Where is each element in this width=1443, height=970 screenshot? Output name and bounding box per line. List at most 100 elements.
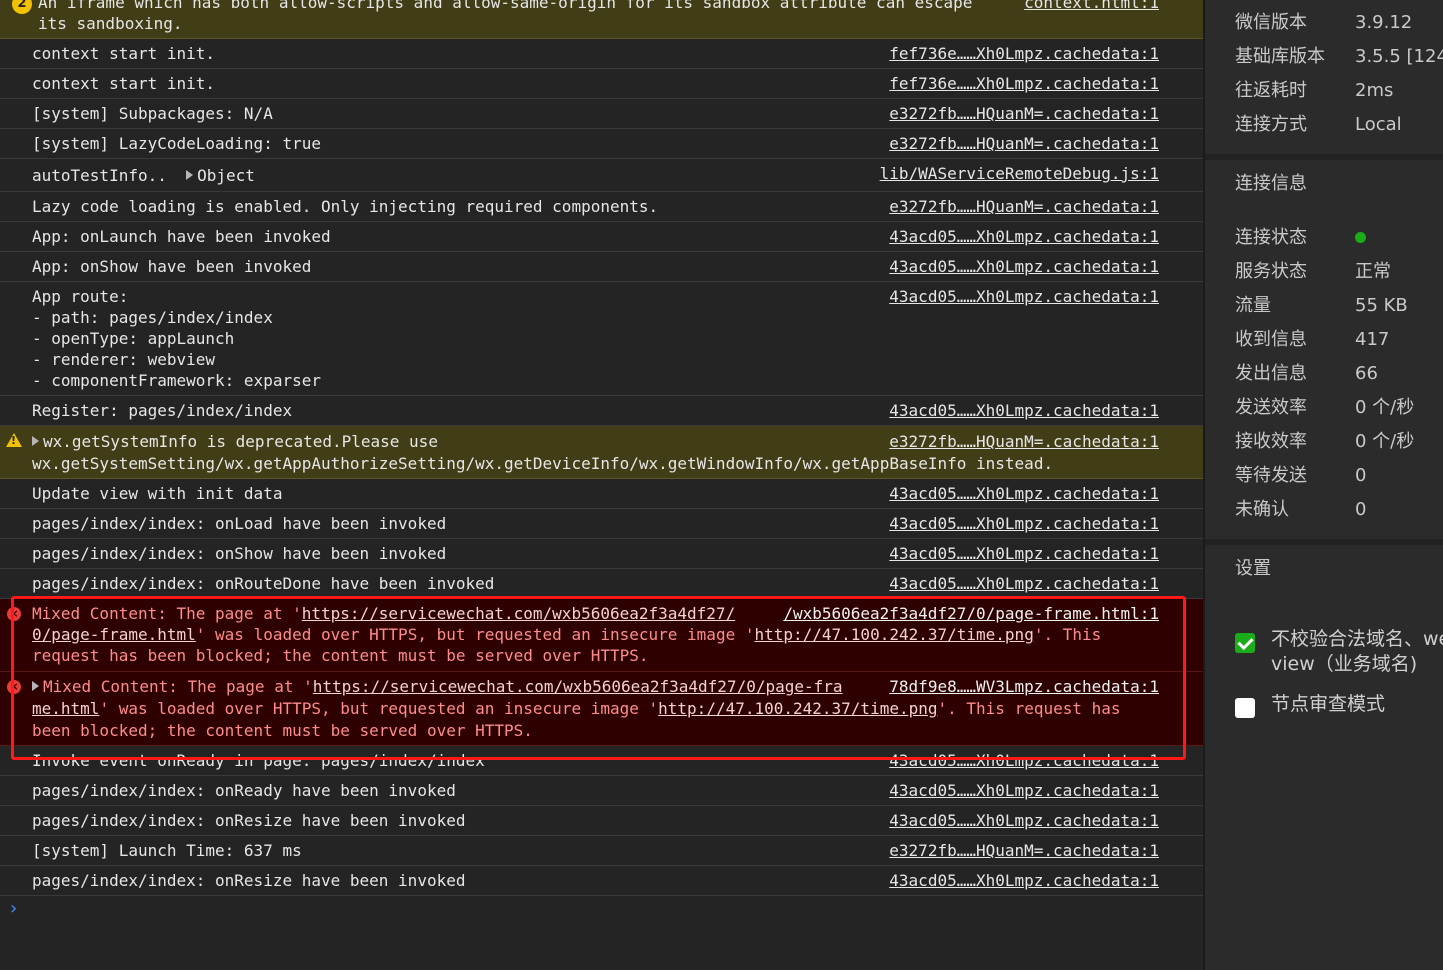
log-text: autoTestInfo.. Object: [32, 165, 255, 186]
page-url-link-cont[interactable]: me.html: [32, 699, 99, 718]
error-line1: Mixed Content: The page at 'https://serv…: [32, 603, 735, 624]
log-row: pages/index/index: onReady have been inv…: [0, 776, 1203, 806]
console-prompt[interactable]: ›: [8, 898, 19, 919]
error-line3: been blocked; the content must be served…: [32, 721, 533, 740]
info-key: 未确认: [1235, 499, 1289, 520]
expand-triangle-icon[interactable]: [186, 170, 194, 180]
status-dot-icon: [1355, 226, 1366, 250]
log-text: pages/index/index: onResize have been in…: [32, 871, 466, 890]
log-row: pages/index/index: onResize have been in…: [0, 806, 1203, 836]
error-text: '. This request has: [937, 699, 1121, 718]
info-row-connect-mode: 连接方式 Local: [1235, 113, 1402, 137]
log-text: pages/index/index: onRouteDone have been…: [32, 574, 495, 593]
log-row: pages/index/index: onShow have been invo…: [0, 539, 1203, 569]
node-inspect-label[interactable]: 节点审查模式: [1271, 692, 1385, 717]
log-row: Update view with init data 43acd05……Xh0L…: [0, 479, 1203, 509]
source-link[interactable]: 43acd05……Xh0Lmpz.cachedata:1: [889, 780, 1159, 801]
log-text: context start init.: [32, 44, 216, 63]
info-key: 连接状态: [1235, 227, 1307, 248]
source-link[interactable]: 78df9e8……WV3Lmpz.cachedata:1: [889, 676, 1159, 697]
warning-message-line2: wx.getSystemSetting/wx.getAppAuthorizeSe…: [32, 454, 1054, 473]
log-row: pages/index/index: onRouteDone have been…: [0, 569, 1203, 599]
warning-line: wx.getSystemInfo is deprecated.Please us…: [43, 432, 438, 451]
info-key: 收到信息: [1235, 329, 1307, 350]
source-link[interactable]: 43acd05……Xh0Lmpz.cachedata:1: [889, 400, 1159, 421]
source-link[interactable]: 43acd05……Xh0Lmpz.cachedata:1: [889, 513, 1159, 534]
info-value: 3.9.12: [1355, 12, 1413, 33]
source-link[interactable]: fef736e……Xh0Lmpz.cachedata:1: [889, 43, 1159, 64]
source-link[interactable]: 43acd05……Xh0Lmpz.cachedata:1: [889, 750, 1159, 771]
info-value: 2ms: [1355, 80, 1394, 101]
expand-triangle-icon[interactable]: [32, 681, 39, 691]
conn-row-pending: 等待发送 0: [1235, 464, 1366, 488]
info-key: 往返耗时: [1235, 80, 1307, 101]
source-link[interactable]: e3272fb……HQuanM=.cachedata:1: [889, 103, 1159, 124]
info-key: 基础库版本: [1235, 46, 1325, 67]
error-line3: request has been blocked; the content mu…: [32, 646, 649, 665]
log-row: Invoke event onReady in page: pages/inde…: [0, 746, 1203, 776]
expand-triangle-icon[interactable]: [32, 436, 39, 446]
node-inspect-checkbox[interactable]: [1235, 698, 1255, 718]
source-link[interactable]: 43acd05……Xh0Lmpz.cachedata:1: [889, 810, 1159, 831]
error-text: Mixed Content: The page at ': [32, 604, 302, 623]
image-url-link[interactable]: http://47.100.242.37/time.png: [658, 699, 937, 718]
object-toggle[interactable]: Object: [197, 166, 255, 185]
source-link[interactable]: context.html:1: [1024, 0, 1159, 13]
source-link[interactable]: 43acd05……Xh0Lmpz.cachedata:1: [889, 256, 1159, 277]
source-link[interactable]: 43acd05……Xh0Lmpz.cachedata:1: [889, 870, 1159, 891]
log-row: Lazy code loading is enabled. Only injec…: [0, 192, 1203, 222]
warning-message: An iframe which has both allow-scripts a…: [38, 0, 973, 33]
console-panel: 2 An iframe which has both allow-scripts…: [0, 0, 1203, 970]
source-link[interactable]: 43acd05……Xh0Lmpz.cachedata:1: [889, 286, 1159, 307]
log-text: pages/index/index: onShow have been invo…: [32, 544, 447, 563]
log-text: pages/index/index: onLoad have been invo…: [32, 514, 447, 533]
skip-domain-check-checkbox[interactable]: [1235, 633, 1255, 653]
source-link[interactable]: /wxb5606ea2f3a4df27/0/page-frame.html:1: [783, 603, 1159, 624]
log-text: [system] LazyCodeLoading: true: [32, 134, 321, 153]
info-value: 正常: [1355, 261, 1391, 282]
warning-message: wx.getSystemInfo is deprecated.Please us…: [32, 431, 438, 452]
log-text: Register: pages/index/index: [32, 401, 293, 420]
page-url-link-cont[interactable]: 0/page-frame.html: [32, 625, 196, 644]
warning-icon: [6, 433, 22, 447]
log-row: autoTestInfo.. Object lib/WAServiceRemot…: [0, 159, 1203, 192]
image-url-link[interactable]: http://47.100.242.37/time.png: [754, 625, 1033, 644]
info-value: 0: [1355, 465, 1367, 486]
source-link[interactable]: e3272fb……HQuanM=.cachedata:1: [889, 431, 1159, 452]
info-value: 55 KB: [1355, 295, 1408, 316]
source-link[interactable]: e3272fb……HQuanM=.cachedata:1: [889, 133, 1159, 154]
info-row-lib-version: 基础库版本 3.5.5 [1248]: [1235, 45, 1443, 69]
log-row: [system] LazyCodeLoading: true e3272fb………: [0, 129, 1203, 159]
info-value: 3.5.5 [1248]: [1355, 46, 1443, 67]
source-link[interactable]: fef736e……Xh0Lmpz.cachedata:1: [889, 73, 1159, 94]
info-key: 接收效率: [1235, 431, 1307, 452]
log-text: [system] Subpackages: N/A: [32, 104, 273, 123]
source-link[interactable]: 43acd05……Xh0Lmpz.cachedata:1: [889, 226, 1159, 247]
source-link[interactable]: 43acd05……Xh0Lmpz.cachedata:1: [889, 483, 1159, 504]
info-key: 连接方式: [1235, 114, 1307, 135]
error-line2: 0/page-frame.html' was loaded over HTTPS…: [32, 624, 1101, 645]
source-link[interactable]: 43acd05……Xh0Lmpz.cachedata:1: [889, 573, 1159, 594]
warning-count-badge: 2: [12, 0, 32, 14]
log-text: App route: - path: pages/index/index - o…: [32, 287, 321, 390]
info-value: 66: [1355, 363, 1378, 384]
log-row: App: onShow have been invoked 43acd05……X…: [0, 252, 1203, 282]
log-text: pages/index/index: onResize have been in…: [32, 811, 466, 830]
log-row: App route: - path: pages/index/index - o…: [0, 282, 1203, 396]
page-url-link[interactable]: https://servicewechat.com/wxb5606ea2f3a4…: [313, 677, 843, 696]
skip-domain-check-label[interactable]: 不校验合法域名、we view（业务域名): [1271, 627, 1443, 677]
page-url-link[interactable]: https://servicewechat.com/wxb5606ea2f3a4…: [302, 604, 735, 623]
conn-row-unconfirmed: 未确认 0: [1235, 498, 1366, 522]
conn-row-send-rate: 发送效率 0 个/秒: [1235, 396, 1414, 420]
source-link[interactable]: e3272fb……HQuanM=.cachedata:1: [889, 196, 1159, 217]
source-link[interactable]: lib/WAServiceRemoteDebug.js:1: [880, 163, 1159, 184]
source-link[interactable]: 43acd05……Xh0Lmpz.cachedata:1: [889, 543, 1159, 564]
source-link[interactable]: e3272fb……HQuanM=.cachedata:1: [889, 840, 1159, 861]
error-text: '. This: [1033, 625, 1102, 644]
log-text: Update view with init data: [32, 484, 283, 503]
info-row-rtt: 往返耗时 2ms: [1235, 79, 1393, 103]
mixed-content-error: × Mixed Content: The page at 'https://se…: [0, 599, 1203, 672]
log-row: pages/index/index: onLoad have been invo…: [0, 509, 1203, 539]
log-text: Invoke event onReady in page: pages/inde…: [32, 751, 485, 770]
log-text: Lazy code loading is enabled. Only injec…: [32, 197, 659, 216]
